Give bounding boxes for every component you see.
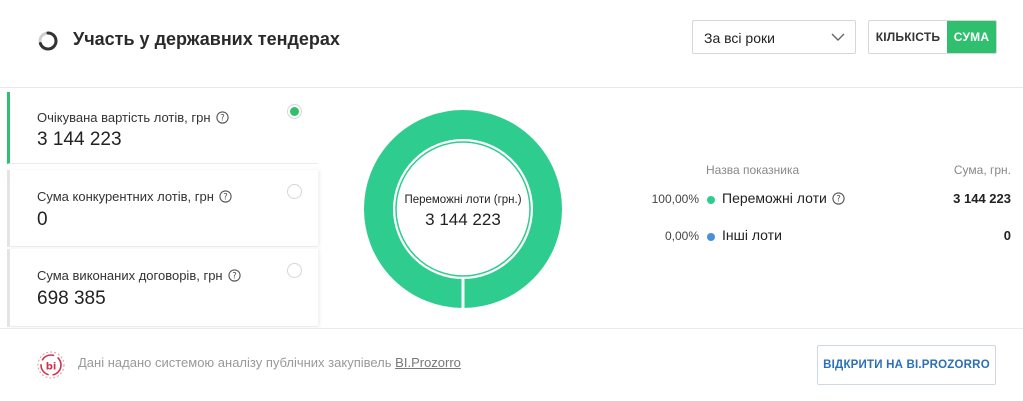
donut-center: Переможні лоти (грн.) 3 144 223 <box>364 110 562 308</box>
bi-prozorro-logo: bi <box>37 351 65 379</box>
widget-title: Участь у державних тендерах <box>73 29 340 49</box>
svg-text:?: ? <box>220 114 225 124</box>
donut-center-label: Переможні лоти (грн.) <box>404 194 522 206</box>
svg-text:?: ? <box>836 195 841 205</box>
row-percent: 100,00% <box>651 192 699 206</box>
widget-header: Участь у державних тендерах За всі роки … <box>0 0 1023 88</box>
legend-row-winning-lots: 100,00% Переможні лоти? 3 144 223 <box>600 190 1011 210</box>
open-bi-prozorro-button[interactable]: ВІДКРИТИ НА BI.PROZORRO <box>817 345 996 385</box>
metric-expected-value[interactable]: Очікувана вартість лотів, грн? 3 144 223 <box>7 92 318 164</box>
year-period-select[interactable]: За всі роки <box>692 20 856 54</box>
question-icon[interactable]: ? <box>832 192 845 205</box>
toggle-sum-button[interactable]: СУМА <box>947 21 996 53</box>
svg-text:bi: bi <box>46 362 57 373</box>
column-header-sum: Сума, грн. <box>953 163 1011 177</box>
count-sum-toggle: КІЛЬКІСТЬ СУМА <box>868 20 997 54</box>
column-header-name: Назва показника <box>706 163 800 177</box>
metric-radio[interactable] <box>287 184 302 199</box>
legend-dot-green <box>707 196 715 204</box>
question-icon[interactable]: ? <box>215 111 229 124</box>
row-percent: 0,00% <box>664 229 699 243</box>
row-name: Переможні лоти? <box>722 190 845 206</box>
question-icon[interactable]: ? <box>227 269 241 282</box>
row-value: 3 144 223 <box>953 191 1011 206</box>
row-value: 0 <box>1003 228 1011 243</box>
question-icon[interactable]: ? <box>219 190 232 203</box>
data-source-text: Дані надано системою аналізу публічних з… <box>78 355 461 370</box>
metric-radio-selected[interactable] <box>287 104 302 119</box>
metric-competitive-lots[interactable]: Сума конкурентних лотів, грн? 0 <box>7 170 318 247</box>
metric-value: 0 <box>37 209 48 230</box>
metric-label: Сума виконаних договорів, грн? <box>37 268 241 283</box>
year-select-value: За всі роки <box>704 30 775 46</box>
svg-text:?: ? <box>223 193 228 203</box>
metric-label: Сума конкурентних лотів, грн? <box>37 189 232 204</box>
toggle-count-button[interactable]: КІЛЬКІСТЬ <box>869 21 947 53</box>
metric-completed-contracts[interactable]: Сума виконаних договорів, грн? 698 385 <box>7 249 318 327</box>
metric-radio[interactable] <box>287 263 302 278</box>
bi-prozorro-link[interactable]: BI.Prozorro <box>395 355 461 370</box>
metric-label: Очікувана вартість лотів, грн? <box>37 110 229 125</box>
donut-center-value: 3 144 223 <box>425 210 501 229</box>
legend-row-other-lots: 0,00% Інші лоти 0 <box>600 227 1011 247</box>
metric-value: 3 144 223 <box>37 129 122 150</box>
legend-dot-blue <box>707 233 715 241</box>
row-name: Інші лоти <box>722 227 782 243</box>
chevron-down-icon <box>831 33 845 41</box>
svg-text:?: ? <box>232 272 237 282</box>
widget-footer: bi Дані надано системою аналізу публічни… <box>0 328 1023 401</box>
loading-spinner-icon <box>38 31 58 51</box>
metric-value: 698 385 <box>37 288 106 309</box>
